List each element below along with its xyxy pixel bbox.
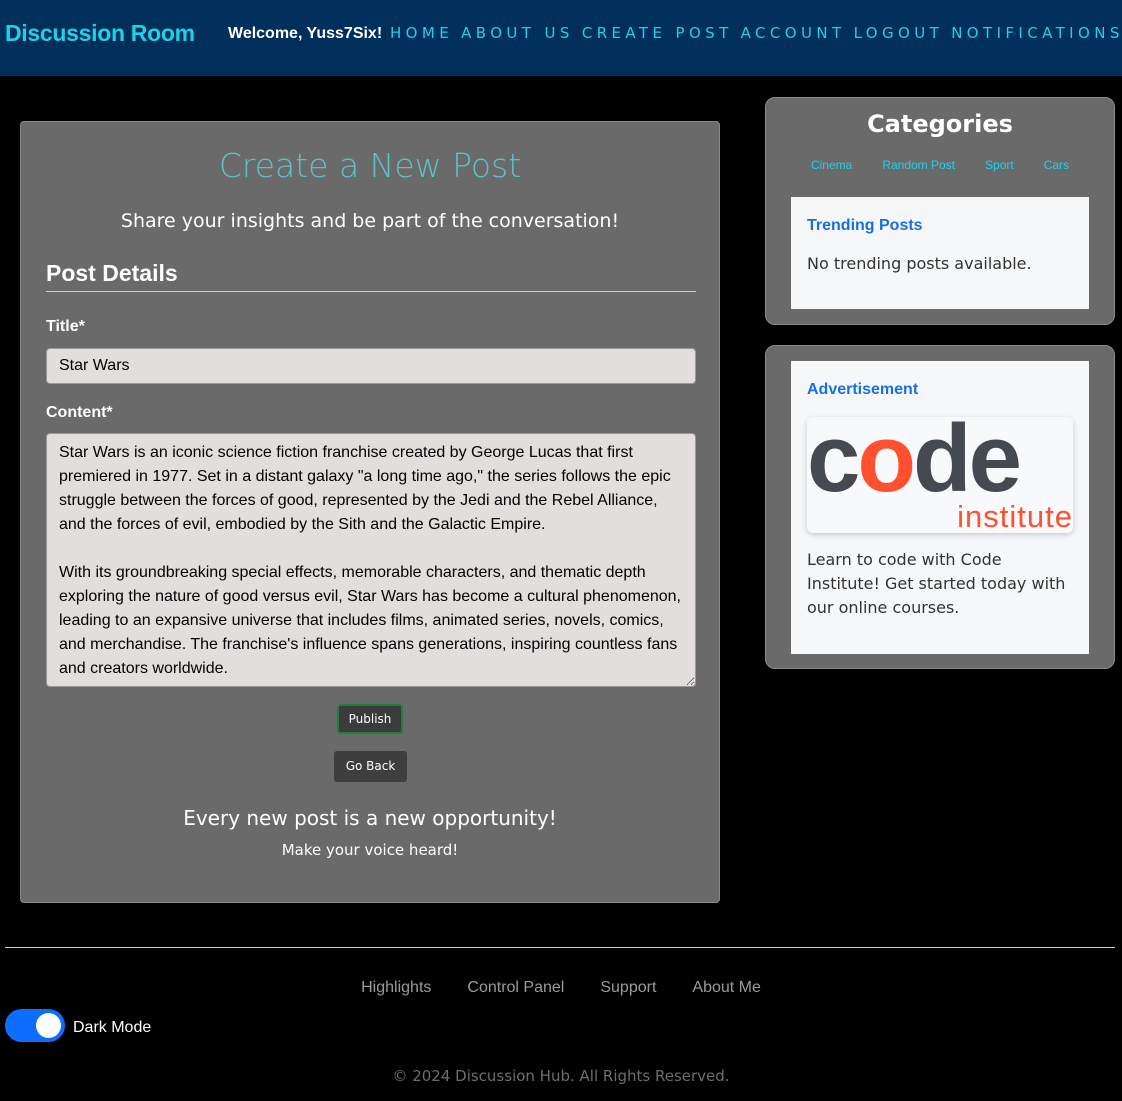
categories-card: Categories Cinema Random Post Sport Cars… bbox=[765, 97, 1115, 325]
content-label: Content* bbox=[46, 404, 113, 421]
main-nav: HOME ABOUT US CREATE POST ACCOUNT LOGOUT… bbox=[390, 24, 1122, 42]
footer-divider bbox=[5, 947, 1115, 948]
title-input[interactable] bbox=[46, 348, 696, 384]
advertisement-box: Advertisement code institute Learn to co… bbox=[791, 361, 1089, 654]
title-label: Title* bbox=[46, 318, 85, 335]
nav-link-logout[interactable]: LOGOUT bbox=[854, 24, 944, 42]
top-navbar: Discussion Room Welcome, Yuss7Six! HOME … bbox=[0, 0, 1122, 76]
logo-wordmark: code bbox=[807, 417, 1022, 512]
footer-link-about-me[interactable]: About Me bbox=[692, 979, 760, 997]
brand-logo[interactable]: Discussion Room bbox=[5, 20, 195, 47]
code-institute-logo[interactable]: code institute bbox=[807, 417, 1073, 533]
post-details-heading: Post Details bbox=[46, 260, 696, 292]
publish-button[interactable]: Publish bbox=[337, 704, 403, 734]
nav-link-home[interactable]: HOME bbox=[390, 24, 453, 42]
logo-subtext: institute bbox=[957, 499, 1073, 533]
nav-link-notifications[interactable]: NOTIFICATIONS bbox=[951, 24, 1122, 42]
categories-list: Cinema Random Post Sport Cars bbox=[766, 158, 1114, 172]
advertisement-title: Advertisement bbox=[807, 381, 919, 398]
footer-link-control-panel[interactable]: Control Panel bbox=[467, 979, 564, 997]
trending-empty-message: No trending posts available. bbox=[807, 254, 1032, 273]
copyright-text: © 2024 Discussion Hub. All Rights Reserv… bbox=[392, 1067, 730, 1085]
advertisement-card: Advertisement code institute Learn to co… bbox=[765, 345, 1115, 669]
page-lead: Share your insights and be part of the c… bbox=[120, 210, 620, 232]
go-back-button[interactable]: Go Back bbox=[334, 751, 407, 782]
nav-link-account[interactable]: ACCOUNT bbox=[741, 24, 846, 42]
trending-posts-title: Trending Posts bbox=[807, 217, 923, 234]
welcome-message: Welcome, Yuss7Six! bbox=[228, 25, 383, 42]
category-link-cinema[interactable]: Cinema bbox=[811, 158, 852, 172]
dark-mode-toggle[interactable] bbox=[5, 1009, 65, 1042]
dark-mode-label: Dark Mode bbox=[73, 1019, 152, 1036]
nav-link-create-post[interactable]: CREATE POST bbox=[582, 24, 733, 42]
toggle-knob bbox=[36, 1013, 61, 1038]
category-link-sport[interactable]: Sport bbox=[985, 158, 1014, 172]
footer-link-highlights[interactable]: Highlights bbox=[361, 979, 431, 997]
create-post-card: Create a New Post Share your insights an… bbox=[20, 121, 720, 903]
nav-link-about-us[interactable]: ABOUT US bbox=[461, 24, 574, 42]
page-title: Create a New Post bbox=[218, 146, 522, 185]
footer-nav: Highlights Control Panel Support About M… bbox=[0, 979, 1122, 997]
content-textarea[interactable]: Star Wars is an iconic science fiction f… bbox=[46, 433, 696, 687]
advertisement-text: Learn to code with Code Institute! Get s… bbox=[807, 550, 1066, 617]
category-link-cars[interactable]: Cars bbox=[1044, 158, 1069, 172]
footer-link-support[interactable]: Support bbox=[600, 979, 656, 997]
trending-posts-box: Trending Posts No trending posts availab… bbox=[791, 197, 1089, 309]
category-link-random-post[interactable]: Random Post bbox=[882, 158, 955, 172]
tagline: Every new post is a new opportunity! bbox=[183, 806, 557, 830]
subtagline: Make your voice heard! bbox=[281, 841, 459, 859]
categories-title: Categories bbox=[867, 110, 1013, 138]
